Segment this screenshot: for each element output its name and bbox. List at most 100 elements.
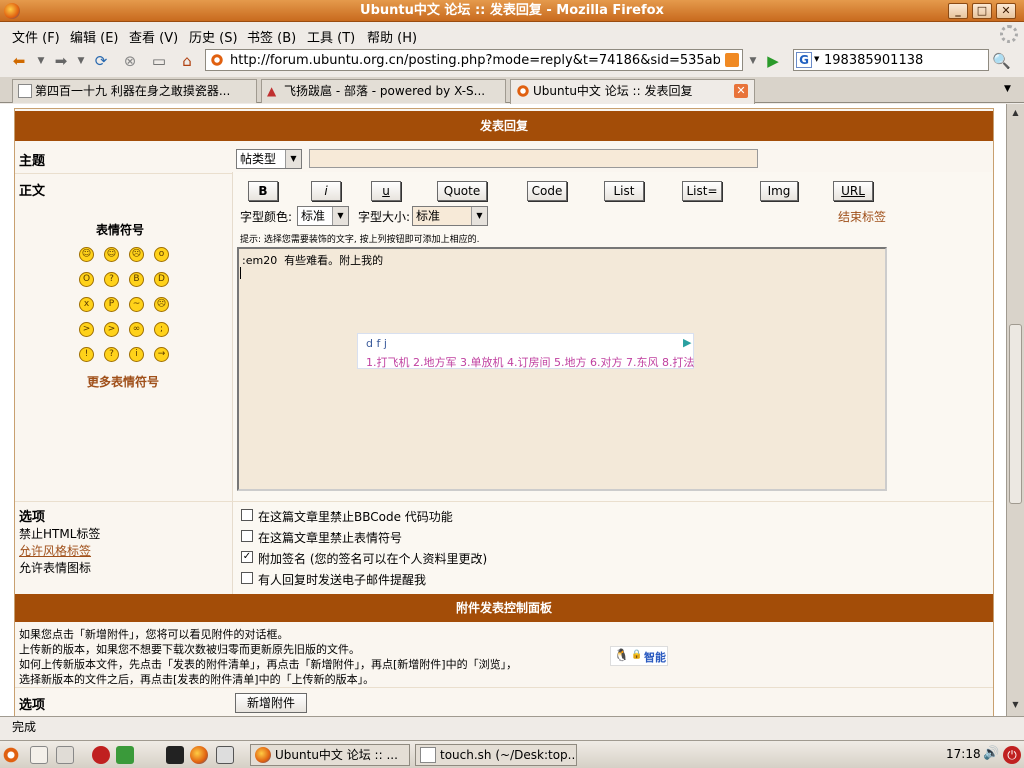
cool-icon[interactable]: B <box>129 272 144 287</box>
taskbar-editor[interactable]: touch.sh (~/Desk:top... <box>415 744 577 766</box>
media-icon[interactable] <box>56 746 74 764</box>
close-window-button[interactable]: ✕ <box>996 3 1016 19</box>
twisted-icon[interactable]: > <box>104 322 119 337</box>
embarrassed-icon[interactable]: ~ <box>129 297 144 312</box>
notify-reply-label: 有人回复时发送电子邮件提醒我 <box>258 573 427 587</box>
forward-icon[interactable]: ➡ <box>52 52 70 70</box>
confused-icon[interactable]: ? <box>104 272 119 287</box>
rolleyes-icon[interactable]: ∞ <box>129 322 144 337</box>
bold-button[interactable]: B <box>248 181 278 201</box>
italic-button[interactable]: i <box>311 181 341 201</box>
menu-tools[interactable]: 工具 (T) <box>307 27 355 46</box>
tab-1[interactable]: 第四百一十九 利器在身之敢摸瓷器... <box>12 79 257 103</box>
forward-dropdown-icon[interactable]: ▼ <box>72 52 90 70</box>
rss-icon[interactable] <box>725 53 739 67</box>
post-type-select[interactable]: 帖类型 ▼ <box>236 149 302 169</box>
disable-smilies-checkbox[interactable] <box>241 530 253 542</box>
back-icon[interactable]: ⬅ <box>10 52 28 70</box>
font-size-select[interactable]: 标准 ▼ <box>412 206 488 226</box>
disable-bbcode-checkbox[interactable] <box>241 509 253 521</box>
google-engine-icon[interactable]: G <box>796 52 812 68</box>
app-launcher-icon[interactable] <box>116 746 134 764</box>
subject-input[interactable] <box>309 149 758 168</box>
site-favicon-icon <box>210 53 224 67</box>
arrow-icon[interactable]: → <box>154 347 169 362</box>
url-button[interactable]: URL <box>833 181 873 201</box>
search-magnifier-icon[interactable]: 🔍 <box>992 52 1011 70</box>
font-color-select[interactable]: 标准 ▼ <box>297 206 349 226</box>
ime-candidates[interactable]: 1.打飞机 2.地方军 3.单放机 4.订房间 5.地方 6.对方 7.东风 8… <box>366 354 694 370</box>
power-icon[interactable]: ⏻ <box>1003 746 1021 764</box>
more-smilies-link[interactable]: 更多表情符号 <box>87 373 159 390</box>
sad-icon[interactable]: ☹ <box>129 247 144 262</box>
scroll-up-icon[interactable]: ▲ <box>1009 106 1022 120</box>
menu-history[interactable]: 历史 (S) <box>189 27 238 46</box>
site-logo-icon: ▲ <box>267 84 277 98</box>
tab-1-label: 第四百一十九 利器在身之敢摸瓷器... <box>35 84 231 98</box>
reload-icon[interactable]: ⟳ <box>92 52 110 70</box>
cry-icon[interactable]: ☹ <box>154 297 169 312</box>
mail-icon[interactable] <box>30 746 48 764</box>
disable-bbcode-label: 在这篇文章里禁止BBCode 代码功能 <box>258 510 453 524</box>
smile-icon[interactable]: ☺ <box>79 247 94 262</box>
img-button[interactable]: Img <box>760 181 798 201</box>
terminal-icon[interactable] <box>166 746 184 764</box>
go-icon[interactable]: ▶ <box>764 52 782 70</box>
menu-file[interactable]: 文件 (F) <box>12 27 60 46</box>
tab-list-dropdown-icon[interactable]: ▼ <box>1004 84 1011 94</box>
volume-icon[interactable]: 🔊 <box>983 746 999 761</box>
razz-icon[interactable]: P <box>104 297 119 312</box>
laugh-icon[interactable]: D <box>154 272 169 287</box>
clock[interactable]: 17:18 <box>946 747 981 761</box>
maximize-button[interactable]: □ <box>972 3 992 19</box>
firefox-icon <box>255 747 271 763</box>
new-page-icon[interactable]: ▭ <box>150 52 168 70</box>
vertical-scrollbar[interactable]: ▲ ▼ <box>1006 104 1024 716</box>
quote-button[interactable]: Quote <box>437 181 487 201</box>
screenshot-icon[interactable] <box>216 746 234 764</box>
grin-icon[interactable]: ☺ <box>104 247 119 262</box>
close-tags-link[interactable]: 结束标签 <box>838 208 886 225</box>
surprised-icon[interactable]: o <box>154 247 169 262</box>
idea-icon[interactable]: i <box>129 347 144 362</box>
ordered-list-button[interactable]: List= <box>682 181 722 201</box>
apple-icon[interactable] <box>92 746 110 764</box>
taskbar-firefox[interactable]: Ubuntu中文 论坛 :: ... <box>250 744 410 766</box>
list-button[interactable]: List <box>604 181 644 201</box>
tab-2[interactable]: ▲ 飞扬跋扈 - 部落 - powered by X-S... <box>261 79 506 103</box>
evil-icon[interactable]: > <box>79 322 94 337</box>
underline-button[interactable]: u <box>371 181 401 201</box>
qq-widget[interactable]: 🐧 🔒 智能 <box>610 646 668 666</box>
firefox-launcher-icon[interactable] <box>190 746 208 764</box>
menu-help[interactable]: 帮助 (H) <box>367 27 417 46</box>
home-icon[interactable]: ⌂ <box>178 52 196 70</box>
search-bar[interactable]: G ▼ 198385901138 <box>793 49 989 71</box>
menu-edit[interactable]: 编辑 (E) <box>70 27 119 46</box>
back-dropdown-icon[interactable]: ▼ <box>32 52 50 70</box>
option-bbcode-status[interactable]: 允许风格标签 <box>19 542 91 559</box>
stop-icon[interactable]: ⊗ <box>121 52 139 70</box>
close-tab-icon[interactable]: ✕ <box>734 84 748 98</box>
wink-icon[interactable]: ; <box>154 322 169 337</box>
minimize-button[interactable]: _ <box>948 3 968 19</box>
mad-icon[interactable]: x <box>79 297 94 312</box>
attach-signature-checkbox[interactable]: ✓ <box>241 551 253 563</box>
question-icon[interactable]: ? <box>104 347 119 362</box>
ubuntu-menu-icon[interactable] <box>2 746 20 764</box>
message-textarea[interactable]: :em20 有些难看。附上我的 d f j ▶ 1.打飞机 2.地方军 3.单放… <box>237 247 887 491</box>
ime-next-page-icon[interactable]: ▶ <box>683 336 691 349</box>
shocked-icon[interactable]: O <box>79 272 94 287</box>
menu-view[interactable]: 查看 (V) <box>129 27 178 46</box>
scroll-thumb[interactable] <box>1009 324 1022 504</box>
url-bar[interactable]: http://forum.ubuntu.org.cn/posting.php?m… <box>205 49 743 71</box>
engine-dropdown-icon[interactable]: ▼ <box>814 55 819 63</box>
notify-reply-checkbox[interactable] <box>241 572 253 584</box>
menu-bookmarks[interactable]: 书签 (B) <box>247 27 296 46</box>
scroll-down-icon[interactable]: ▼ <box>1009 698 1022 712</box>
add-attachment-button[interactable]: 新增附件 <box>235 693 307 713</box>
tab-3-active[interactable]: Ubuntu中文 论坛 :: 发表回复 ✕ <box>510 79 755 104</box>
url-history-dropdown-icon[interactable]: ▼ <box>744 52 762 70</box>
font-size-label: 字型大小: <box>358 210 411 224</box>
exclaim-icon[interactable]: ! <box>79 347 94 362</box>
code-button[interactable]: Code <box>527 181 567 201</box>
